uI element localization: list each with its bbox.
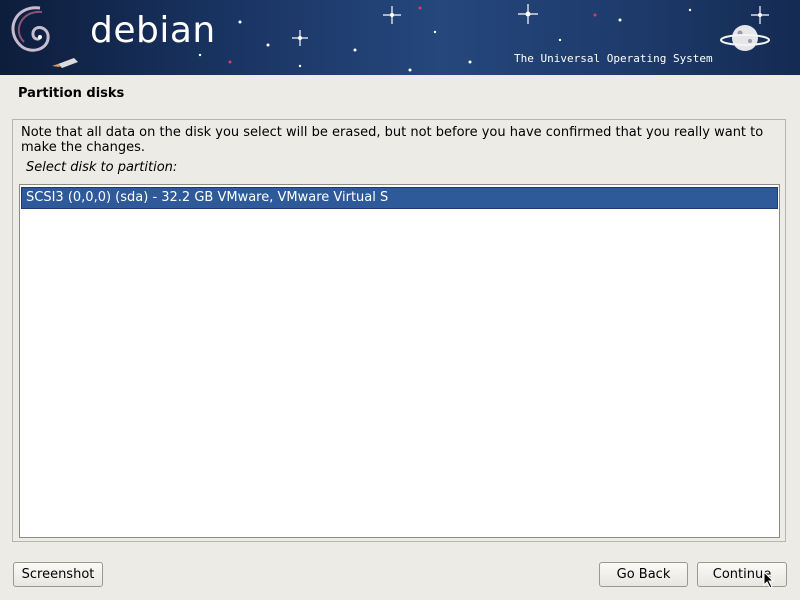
tagline: The Universal Operating System — [514, 52, 713, 65]
screenshot-button[interactable]: Screenshot — [13, 562, 103, 587]
debian-swirl-icon — [11, 6, 50, 52]
disk-item-sda[interactable]: SCSI3 (0,0,0) (sda) - 32.2 GB VMware, VM… — [21, 187, 778, 209]
rocket-icon — [52, 58, 78, 68]
disk-list[interactable]: SCSI3 (0,0,0) (sda) - 32.2 GB VMware, VM… — [19, 184, 780, 538]
warning-note: Note that all data on the disk you selec… — [21, 125, 764, 155]
go-back-button[interactable]: Go Back — [599, 562, 688, 587]
header-banner: debian The Universal Operating System — [0, 0, 800, 75]
debian-logo: debian — [90, 10, 216, 51]
planet-icon — [720, 25, 770, 51]
select-disk-prompt: Select disk to partition: — [26, 160, 178, 175]
mouse-cursor-icon — [763, 571, 775, 589]
sparkle-stars — [292, 4, 769, 46]
page-title: Partition disks — [18, 86, 125, 101]
